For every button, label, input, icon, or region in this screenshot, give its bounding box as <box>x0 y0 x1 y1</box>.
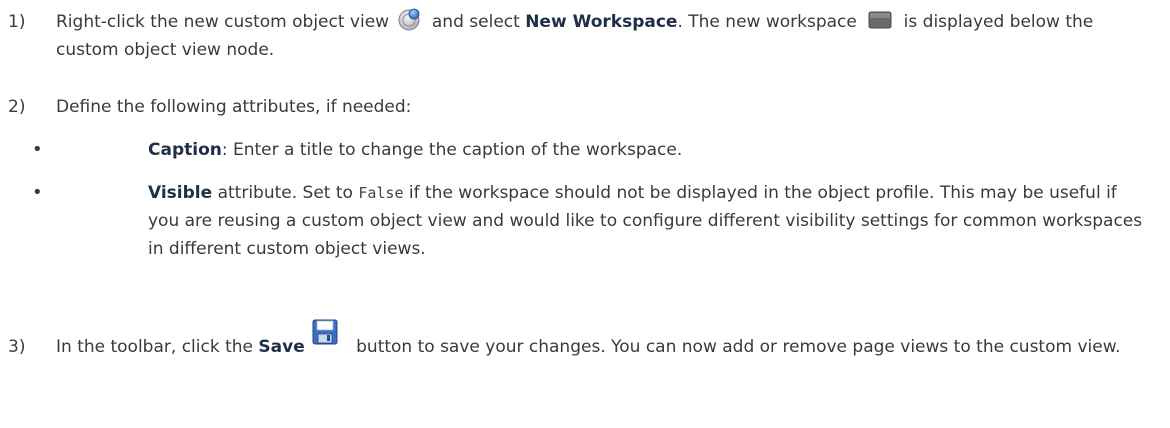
bullet-caption: • Caption: Enter a title to change the c… <box>8 136 1148 164</box>
workspace-icon <box>868 10 892 29</box>
code-value: False <box>358 184 404 202</box>
bullet-text-part: : Enter a title to change the caption of… <box>221 140 683 160</box>
attribute-name: Caption <box>148 140 222 160</box>
step-2: 2) Define the following attributes, if n… <box>8 93 1148 121</box>
step-3: 3) In the toolbar, click the Save button… <box>8 319 1148 361</box>
bullet-text: Visible attribute. Set to False if the w… <box>148 179 1148 263</box>
save-icon <box>311 319 339 345</box>
step-text: Define the following attributes, if need… <box>56 97 412 117</box>
document: 1) Right-click the new custom object vie… <box>0 0 1170 428</box>
step-number: 3) <box>8 337 26 357</box>
toolbar-button-save: Save <box>258 337 305 357</box>
step-1: 1) Right-click the new custom object vie… <box>8 8 1148 64</box>
bullet-text: Caption: Enter a title to change the cap… <box>148 136 1148 164</box>
step-text: Right-click the new custom object view a… <box>56 8 1148 64</box>
attribute-name: Visible <box>148 183 213 203</box>
step-text-part: button to save your changes. You can now… <box>350 337 1121 357</box>
step-text-part: and select <box>426 12 526 32</box>
step-text-part: In the toolbar, click the <box>56 337 259 357</box>
bullet-dot: • <box>32 182 43 203</box>
custom-object-view-icon <box>398 7 422 31</box>
step-text: In the toolbar, click the Save button to… <box>56 319 1148 361</box>
bullet-visible: • Visible attribute. Set to False if the… <box>8 179 1148 263</box>
step-number: 1) <box>8 12 26 32</box>
step-number: 2) <box>8 97 26 117</box>
bullet-text-part: attribute. Set to <box>212 183 359 203</box>
menu-item-new-workspace: New Workspace <box>525 12 678 32</box>
step-text-part: Right-click the new custom object view <box>56 12 395 32</box>
bullet-dot: • <box>32 139 43 160</box>
step-text-part: . The new workspace <box>677 12 863 32</box>
